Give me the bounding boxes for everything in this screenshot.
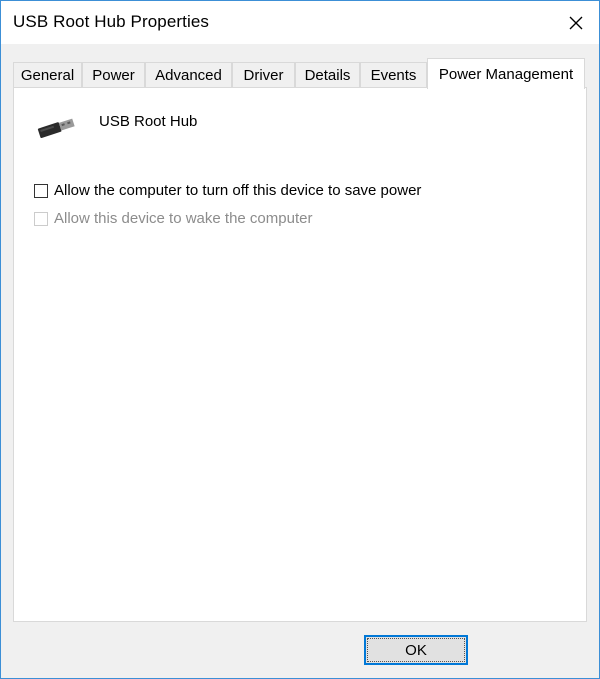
- close-icon: [569, 16, 583, 29]
- allow-turn-off-option[interactable]: Allow the computer to turn off this devi…: [34, 182, 421, 199]
- close-button[interactable]: [553, 1, 599, 44]
- tab-power[interactable]: Power: [82, 62, 145, 88]
- allow-wake-label: Allow this device to wake the computer: [54, 210, 313, 227]
- allow-wake-checkbox: [34, 211, 48, 226]
- power-management-panel: USB Root Hub Allow the computer to turn …: [13, 87, 587, 622]
- tab-advanced[interactable]: Advanced: [145, 62, 232, 88]
- tab-events[interactable]: Events: [360, 62, 427, 88]
- ok-button-label: OK: [405, 641, 427, 659]
- tab-details[interactable]: Details: [295, 62, 360, 88]
- device-name: USB Root Hub: [99, 113, 198, 130]
- tab-strip: General Power Advanced Driver Details Ev…: [13, 58, 587, 89]
- allow-turn-off-label[interactable]: Allow the computer to turn off this devi…: [54, 182, 421, 199]
- tab-power-management[interactable]: Power Management: [427, 58, 585, 89]
- allow-wake-option: Allow this device to wake the computer: [34, 210, 312, 227]
- tab-general[interactable]: General: [13, 62, 82, 88]
- ok-button[interactable]: OK: [364, 635, 468, 665]
- usb-connector-icon: [37, 118, 75, 139]
- properties-dialog: USB Root Hub Properties General Power Ad…: [0, 0, 600, 679]
- allow-turn-off-checkbox[interactable]: [34, 183, 48, 198]
- title-bar[interactable]: USB Root Hub Properties: [1, 1, 599, 44]
- tab-driver[interactable]: Driver: [232, 62, 295, 88]
- window-title: USB Root Hub Properties: [13, 12, 209, 31]
